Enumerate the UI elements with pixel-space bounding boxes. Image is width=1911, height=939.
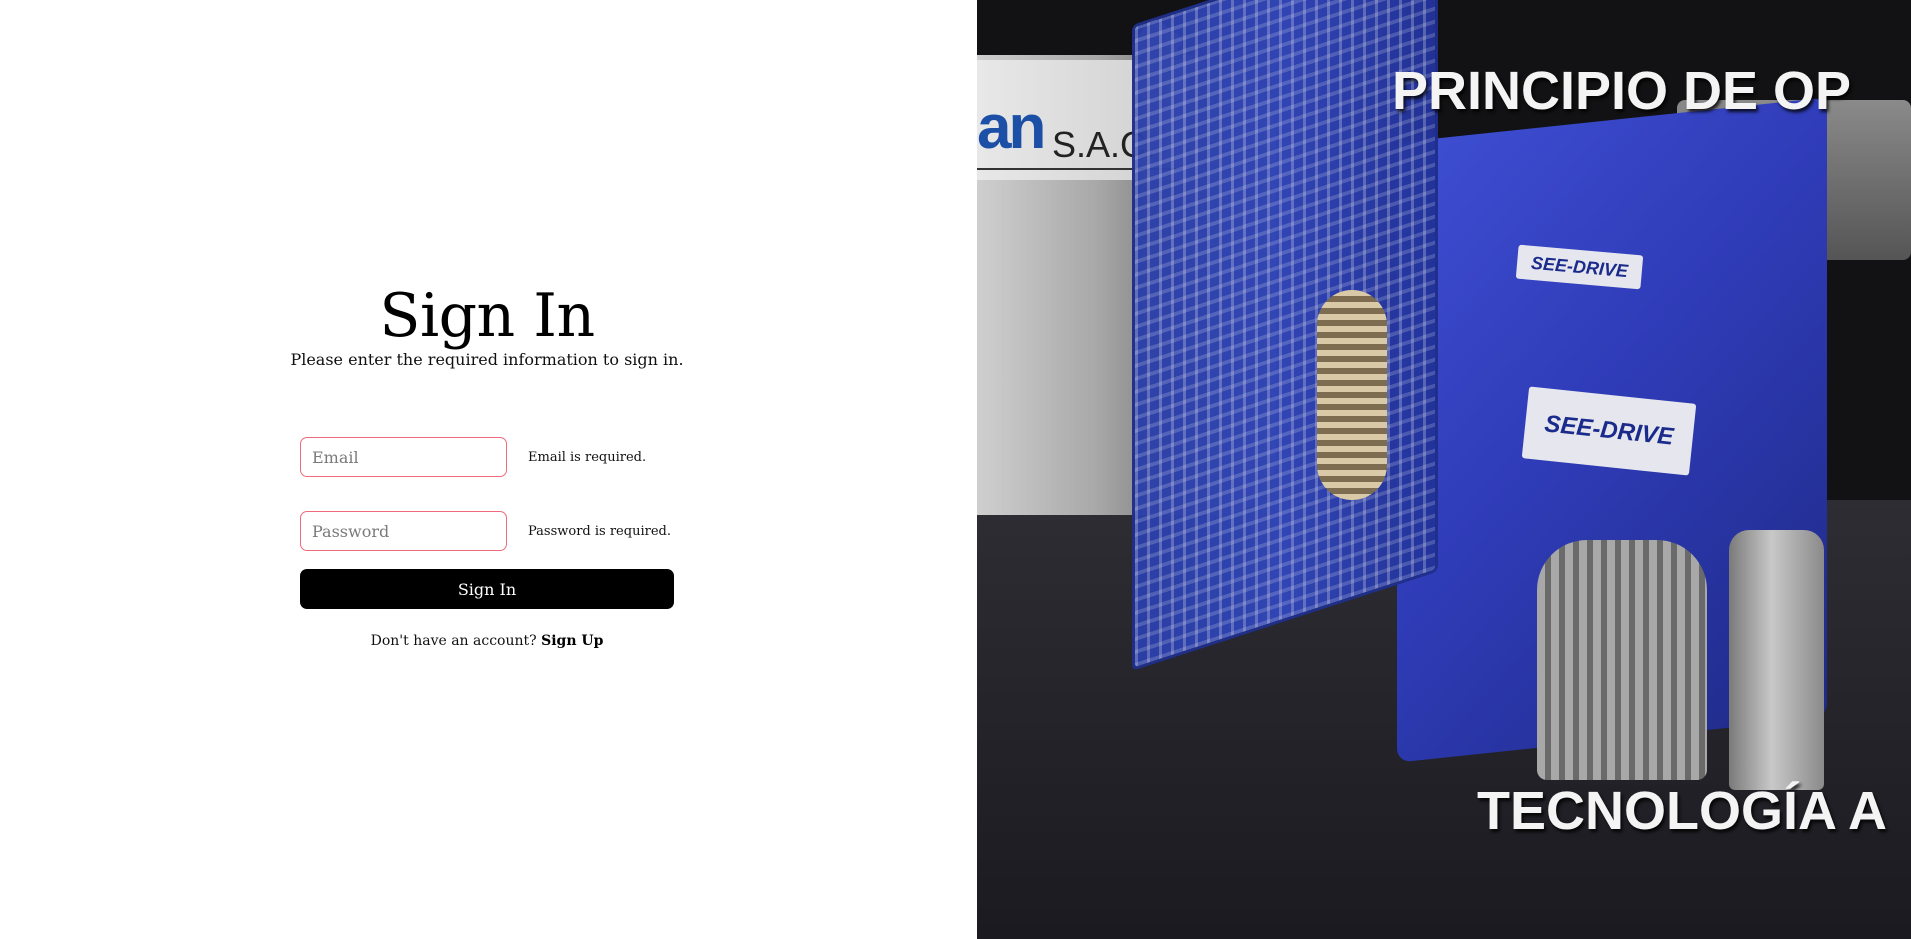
drive-coupling (1317, 290, 1387, 500)
signup-prompt-text: Don't have an account? (370, 633, 537, 649)
hero-headline: PRINCIPIO DE OP (1392, 61, 1852, 121)
password-error-message: Password is required. (528, 524, 671, 539)
page-title: Sign In (379, 281, 595, 351)
electric-motor (1537, 540, 1707, 780)
page-subtitle: Please enter the required information to… (290, 350, 684, 369)
signup-prompt-row: Don't have an account? Sign Up (0, 633, 974, 649)
sign-in-page: Sign In Please enter the required inform… (0, 0, 1911, 939)
cylinder-tank (1729, 530, 1824, 790)
company-logo-fragment: an (977, 93, 1046, 162)
sign-in-panel: Sign In Please enter the required inform… (0, 0, 977, 939)
hero-image: an S.A.C. SEE-DRIVE SEE-DRIVE PRINCIPIO … (977, 0, 1911, 939)
email-field[interactable] (300, 437, 507, 477)
sign-in-button[interactable]: Sign In (300, 569, 674, 609)
hero-footer-text: TECNOLOGÍA A (1477, 781, 1887, 841)
email-error-message: Email is required. (528, 450, 647, 465)
password-field[interactable] (300, 511, 507, 551)
sign-up-link[interactable]: Sign Up (541, 633, 603, 649)
